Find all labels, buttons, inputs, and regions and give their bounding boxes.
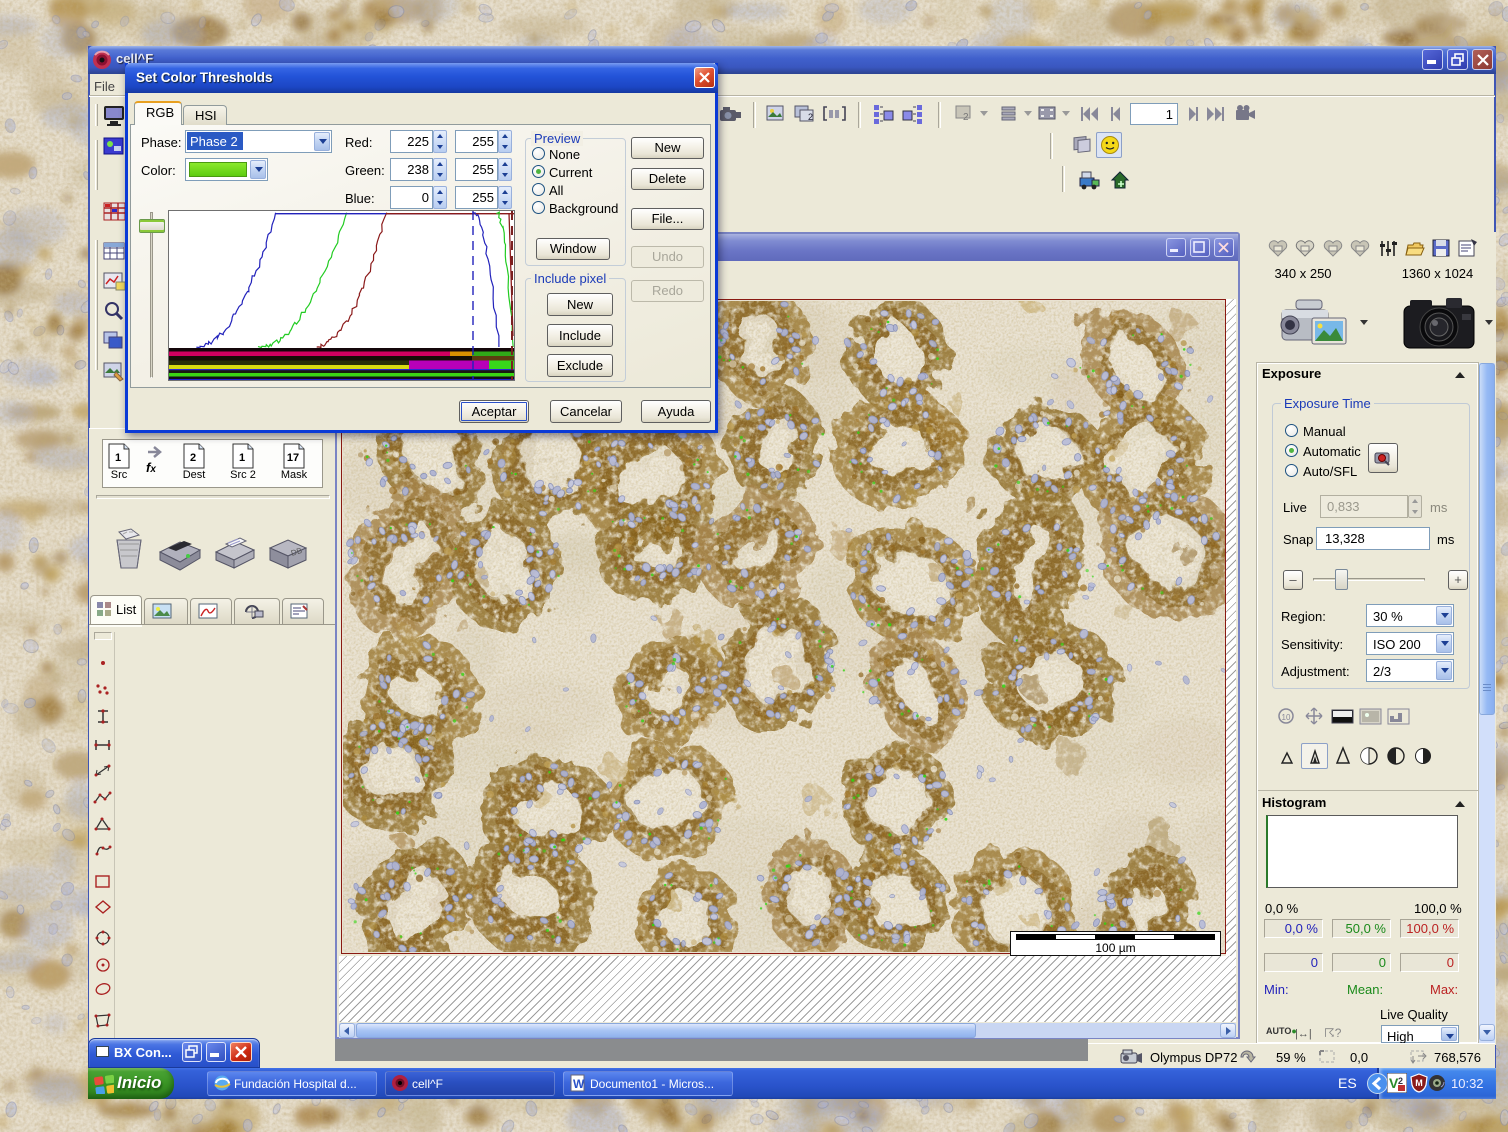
svg-text:2: 2 [1398, 1076, 1403, 1086]
svg-text:2: 2 [808, 112, 813, 122]
svg-text:17: 17 [287, 452, 299, 464]
svg-text:M: M [1415, 1078, 1423, 1088]
svg-text:W: W [573, 1077, 585, 1091]
svg-text:2: 2 [190, 452, 196, 464]
svg-text:1: 1 [115, 452, 121, 464]
svg-text:2: 2 [963, 112, 969, 123]
svg-text:10: 10 [1282, 713, 1291, 722]
svg-text:1: 1 [239, 452, 245, 464]
